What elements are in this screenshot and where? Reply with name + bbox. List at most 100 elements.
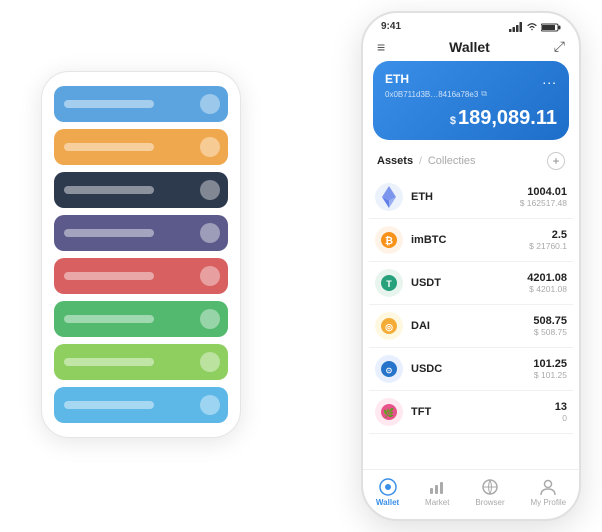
usdc-icon: ⊙ [375,355,403,383]
menu-icon[interactable]: ≡ [377,39,385,55]
asset-name: DAI [411,320,533,332]
card-icon-8 [200,395,220,415]
card-icon-5 [200,266,220,286]
asset-amounts: 2.5 $ 21760.1 [529,229,567,251]
copy-icon[interactable]: ⧉ [481,89,487,99]
asset-list: ETH 1004.01 $ 162517.48 ₿ imBTC 2.5 $ 21… [363,176,579,469]
asset-usd: $ 21760.1 [529,241,567,251]
signal-icon [509,22,523,32]
list-item [54,129,228,165]
card-label-bar [64,358,154,366]
asset-amount: 4201.08 [527,272,567,284]
assets-header: Assets / Collecties + [363,146,579,176]
card-icon-2 [200,137,220,157]
tab-divider: / [419,156,422,167]
browser-nav-icon [481,478,499,496]
eth-icon [375,183,403,211]
asset-usd: $ 508.75 [533,327,567,337]
asset-amount: 13 [555,401,567,413]
table-row[interactable]: ◎ DAI 508.75 $ 508.75 [369,305,573,348]
list-item [54,86,228,122]
usdt-icon: T [375,269,403,297]
asset-amounts: 4201.08 $ 4201.08 [527,272,567,294]
asset-usd: 0 [555,413,567,423]
card-label-bar [64,229,154,237]
card-icon-3 [200,180,220,200]
tft-icon: 🌿 [375,398,403,426]
card-label-bar [64,186,154,194]
asset-amounts: 101.25 $ 101.25 [533,358,567,380]
market-nav-icon [428,478,446,496]
list-item [54,301,228,337]
svg-text:₿: ₿ [385,235,393,247]
scene: 9:41 [11,11,591,521]
wallet-currency-label: ETH [385,72,409,86]
imbtc-icon: ₿ [375,226,403,254]
browser-nav-label: Browser [475,498,504,507]
add-asset-button[interactable]: + [547,152,565,170]
svg-text:⊙: ⊙ [386,366,393,375]
status-icons [509,22,561,32]
asset-amounts: 1004.01 $ 162517.48 [520,186,567,208]
bottom-nav: Wallet Market Browser [363,469,579,519]
tab-assets[interactable]: Assets [377,155,413,167]
market-nav-label: Market [425,498,449,507]
asset-name: ETH [411,191,520,203]
card-icon-4 [200,223,220,243]
profile-nav-label: My Profile [531,498,567,507]
card-label-bar [64,315,154,323]
bottom-nav-wallet[interactable]: Wallet [376,478,399,507]
table-row[interactable]: T USDT 4201.08 $ 4201.08 [369,262,573,305]
tab-collecties[interactable]: Collecties [428,155,476,167]
card-label-bar [64,100,154,108]
list-item [54,258,228,294]
expand-icon[interactable]: ⤢ [554,38,565,55]
wallet-balance: $189,089.11 [385,107,557,130]
asset-amount: 1004.01 [520,186,567,198]
asset-usd: $ 162517.48 [520,198,567,208]
asset-usd: $ 4201.08 [527,284,567,294]
wifi-icon [526,22,538,31]
bottom-nav-market[interactable]: Market [425,478,449,507]
card-label-bar [64,272,154,280]
asset-amount: 508.75 [533,315,567,327]
list-item [54,215,228,251]
card-label-bar [64,143,154,151]
table-row[interactable]: ETH 1004.01 $ 162517.48 [369,176,573,219]
asset-name: imBTC [411,234,529,246]
status-bar: 9:41 [363,13,579,36]
profile-nav-icon [539,478,557,496]
asset-amounts: 13 0 [555,401,567,423]
asset-amounts: 508.75 $ 508.75 [533,315,567,337]
balance-prefix: $ [450,115,456,127]
asset-name: USDC [411,363,533,375]
svg-text:🌿: 🌿 [383,407,394,418]
table-row[interactable]: ⊙ USDC 101.25 $ 101.25 [369,348,573,391]
wallet-card: ETH ... 0x0B711d3B…8416a78e3 ⧉ $189,089.… [373,61,569,140]
phone-frame: 9:41 [361,11,581,521]
asset-usd: $ 101.25 [533,370,567,380]
asset-name: USDT [411,277,527,289]
wallet-card-header: ETH ... [385,71,557,87]
card-icon-1 [200,94,220,114]
table-row[interactable]: 🌿 TFT 13 0 [369,391,573,434]
list-item [54,387,228,423]
card-icon-7 [200,352,220,372]
wallet-address: 0x0B711d3B…8416a78e3 ⧉ [385,89,557,99]
card-icon-6 [200,309,220,329]
wallet-nav-icon [379,478,397,496]
bottom-nav-browser[interactable]: Browser [475,478,504,507]
card-stack [41,71,241,438]
svg-text:◎: ◎ [385,322,393,332]
assets-tabs: Assets / Collecties [377,155,476,167]
wallet-more-button[interactable]: ... [542,71,557,87]
card-label-bar [64,401,154,409]
battery-icon [541,22,561,32]
list-item [54,344,228,380]
table-row[interactable]: ₿ imBTC 2.5 $ 21760.1 [369,219,573,262]
svg-text:T: T [386,279,392,289]
asset-name: TFT [411,406,555,418]
page-title: Wallet [449,39,490,55]
bottom-nav-profile[interactable]: My Profile [531,478,567,507]
list-item [54,172,228,208]
